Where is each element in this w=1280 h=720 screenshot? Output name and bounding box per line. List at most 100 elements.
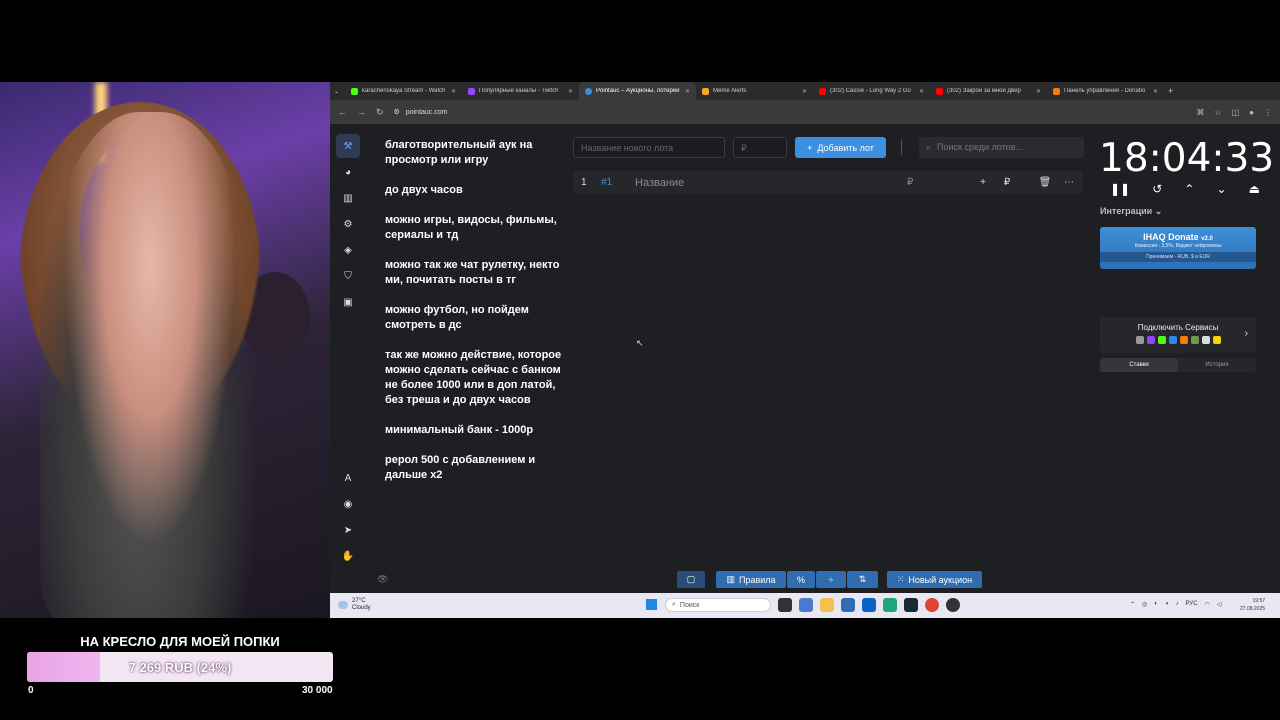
shield-icon[interactable]: ⛉ bbox=[336, 264, 360, 288]
browser-tab[interactable]: Панель управления - Donatio ✕ bbox=[1047, 82, 1164, 100]
rule-line: можно так же чат рулетку, некто ми, почи… bbox=[385, 259, 560, 286]
chevron-up-icon[interactable]: ⌃ bbox=[1184, 182, 1194, 196]
tab-history[interactable]: История bbox=[1178, 358, 1256, 372]
chevron-down-icon[interactable]: ⌄ bbox=[1216, 182, 1226, 196]
new-auction-button[interactable]: ⁙ Новый аукцион bbox=[887, 571, 982, 588]
integrations-dropdown[interactable]: Интеграции ⌄ bbox=[1100, 206, 1162, 217]
task-view-icon[interactable] bbox=[778, 598, 792, 612]
vk-icon bbox=[1168, 336, 1177, 344]
language-indicator[interactable]: РУС bbox=[1186, 601, 1198, 608]
wheel-icon[interactable]: ◕ bbox=[336, 160, 360, 184]
stats-icon[interactable]: ▥ bbox=[336, 186, 360, 210]
rules-button[interactable]: ▥ Правила bbox=[716, 571, 786, 588]
microphone-icon[interactable]: ♪ bbox=[1176, 601, 1179, 608]
app-icon[interactable] bbox=[946, 598, 960, 612]
edge-icon[interactable] bbox=[883, 598, 897, 612]
donate-hand-icon[interactable]: ✋ bbox=[336, 544, 360, 568]
profile-avatar[interactable]: ● bbox=[1249, 108, 1254, 117]
close-icon[interactable]: ✕ bbox=[919, 88, 924, 95]
streamer bbox=[40, 112, 260, 618]
chevron-up-icon[interactable]: ⌃ bbox=[1130, 601, 1135, 608]
kick-icon bbox=[351, 87, 359, 95]
site-info-icon[interactable]: ⚙ bbox=[394, 108, 400, 116]
rules-label: Правила bbox=[738, 574, 776, 585]
auction-hammer-icon[interactable]: ⚒ bbox=[336, 134, 360, 158]
wifi-icon[interactable]: ◠ bbox=[1205, 601, 1210, 608]
trash-icon[interactable]: 🗑 bbox=[1033, 177, 1057, 188]
steam-icon[interactable] bbox=[904, 598, 918, 612]
add-lot-button[interactable]: + Добавить лот bbox=[795, 137, 886, 158]
tab-bids[interactable]: Ставки bbox=[1100, 358, 1178, 372]
new-lot-name-input[interactable]: Название нового лота bbox=[573, 137, 725, 158]
lot-row[interactable]: 1 #1 Название ₽ + ₽ 🗑 ⋯ bbox=[573, 171, 1083, 194]
volume-icon[interactable]: ◁ bbox=[1217, 601, 1222, 608]
tray-app-icon[interactable]: ◐ bbox=[1154, 601, 1158, 608]
webcam-feed bbox=[0, 82, 330, 618]
extensions-icon[interactable]: ◫ bbox=[1232, 108, 1240, 117]
eject-icon[interactable]: ⏏ bbox=[1249, 182, 1260, 196]
slot-toggle-button[interactable]: ▢ bbox=[677, 571, 705, 588]
taskbar-clock[interactable]: 19:57 27.08.2025 bbox=[1240, 597, 1265, 613]
browser-tab[interactable]: Meme Alerts ✕ bbox=[696, 82, 813, 100]
browser-tab[interactable]: karachenskaya Stream - Watch ✕ bbox=[345, 82, 462, 100]
lot-amount-currency: ₽ bbox=[907, 177, 914, 188]
store-icon[interactable] bbox=[841, 598, 855, 612]
close-icon[interactable]: ✕ bbox=[1036, 88, 1041, 95]
close-icon[interactable]: ✕ bbox=[802, 88, 807, 95]
windows-start-icon[interactable] bbox=[646, 599, 657, 610]
new-tab-icon[interactable]: + bbox=[1168, 86, 1173, 96]
taskbar-search[interactable]: ⌕ Поиск bbox=[665, 598, 771, 612]
close-icon[interactable]: ✕ bbox=[685, 88, 690, 95]
browser-tab[interactable]: (302) Cassie - Long Way 2 Go ✕ bbox=[813, 82, 930, 100]
close-icon[interactable]: ✕ bbox=[1153, 88, 1158, 95]
tab-title: karachenskaya Stream - Watch bbox=[362, 88, 446, 94]
tray-app-icon[interactable]: ◑ bbox=[1165, 601, 1169, 608]
browser-tab-active[interactable]: Pointauc – Аукционы, лотереи ✕ bbox=[579, 82, 697, 100]
github-icon[interactable]: ◉ bbox=[336, 492, 360, 516]
tab-search-icon[interactable]: ⌄ bbox=[334, 88, 339, 95]
tab-strip: ⌄ karachenskaya Stream - Watch ✕ Популяр… bbox=[330, 82, 1280, 100]
history-tabs: Ставки История bbox=[1100, 358, 1256, 372]
split-button[interactable]: ÷ bbox=[816, 571, 846, 588]
close-icon[interactable]: ✕ bbox=[451, 88, 456, 95]
close-icon[interactable]: ✕ bbox=[568, 88, 573, 95]
lot-search-input[interactable]: ⌕ Поиск среди лотов... bbox=[919, 137, 1084, 158]
layers-icon[interactable]: ◈ bbox=[336, 238, 360, 262]
percent-button[interactable]: % bbox=[787, 571, 815, 588]
chevron-right-icon: › bbox=[1244, 328, 1248, 339]
more-icon[interactable]: ⋯ bbox=[1057, 177, 1081, 188]
browser-tab[interactable]: Популярные каналы - Twitch ✕ bbox=[462, 82, 579, 100]
reload-icon[interactable]: ↻ bbox=[376, 107, 384, 118]
settings-icon[interactable]: ⚙ bbox=[336, 212, 360, 236]
url-field[interactable]: ⚙ pointauc.com bbox=[394, 108, 1187, 117]
back-icon[interactable]: ← bbox=[338, 107, 347, 117]
widgets-icon[interactable] bbox=[799, 598, 813, 612]
tray-app-icon[interactable]: ◎ bbox=[1142, 601, 1147, 608]
lot-name-field[interactable]: Название bbox=[635, 177, 907, 189]
split-icon: ÷ bbox=[828, 574, 834, 585]
language-icon[interactable]: A bbox=[336, 466, 360, 490]
pause-icon[interactable]: ❚❚ bbox=[1110, 182, 1130, 196]
library-icon[interactable]: ▣ bbox=[336, 290, 360, 314]
new-lot-price-input[interactable]: ₽ bbox=[733, 137, 787, 158]
menu-icon[interactable]: ⋮ bbox=[1264, 108, 1272, 117]
browser-tab[interactable]: (302) Закрой за мной двер ✕ bbox=[930, 82, 1047, 100]
donation-progress-text: 7 269 RUB (24%) bbox=[128, 659, 232, 675]
telegram-icon[interactable]: ➤ bbox=[336, 518, 360, 542]
connect-services-card[interactable]: Подключить Сервисы › bbox=[1100, 317, 1256, 353]
sort-button[interactable]: ⇅ bbox=[847, 571, 878, 588]
divider bbox=[901, 140, 902, 155]
eye-icon[interactable]: 👁 bbox=[377, 574, 388, 585]
plus-icon: + bbox=[807, 142, 813, 153]
donate-service-card[interactable]: IHAQ Donate v2.0 Комиссия - 3,5%, Виджет… bbox=[1100, 227, 1256, 269]
bookmark-star-icon[interactable]: ☆ bbox=[1214, 108, 1221, 117]
outlook-icon[interactable] bbox=[862, 598, 876, 612]
reset-icon[interactable]: ↺ bbox=[1152, 182, 1162, 196]
forward-icon[interactable]: → bbox=[357, 107, 366, 117]
add-amount-icon[interactable]: + bbox=[971, 177, 995, 188]
file-explorer-icon[interactable] bbox=[820, 598, 834, 612]
donate-card-footer: Принимаем - RUB, $ и EUR bbox=[1100, 252, 1256, 262]
chrome-icon[interactable] bbox=[925, 598, 939, 612]
weather-widget[interactable]: 27°C Cloudy bbox=[338, 598, 371, 612]
translate-icon[interactable]: ⌘ bbox=[1196, 108, 1204, 117]
